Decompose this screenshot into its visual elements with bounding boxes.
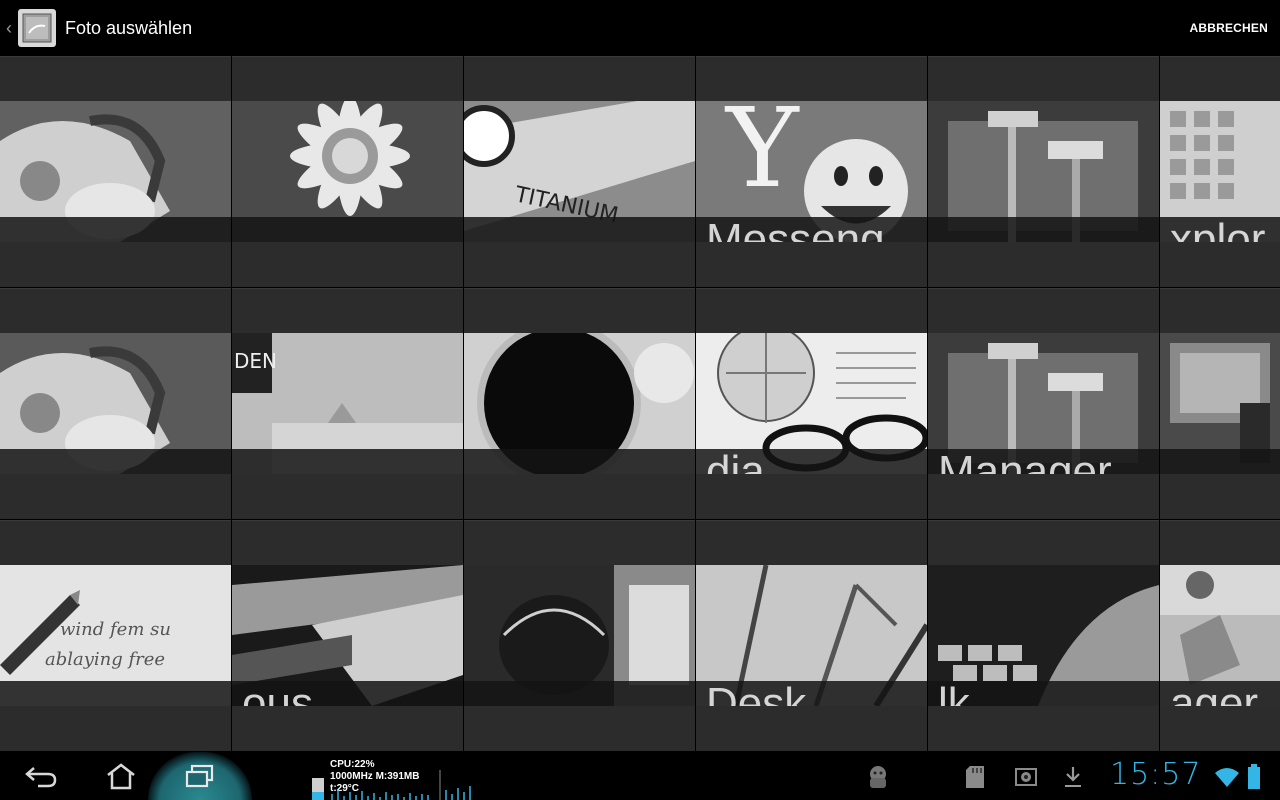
photo-thumbnail xyxy=(0,333,231,474)
photo-thumbnail: Y Messeng xyxy=(696,101,927,242)
photo-tile[interactable]: Manager xyxy=(928,288,1159,519)
photo-tile[interactable] xyxy=(232,56,463,287)
up-caret-icon[interactable]: ‹ xyxy=(2,18,16,39)
download-icon[interactable] xyxy=(1062,764,1084,790)
photo-tile[interactable] xyxy=(1160,288,1280,519)
tile-caption: dia xyxy=(706,447,765,474)
recent-apps-button[interactable] xyxy=(176,752,224,800)
photo-tile[interactable]: TITANIUM xyxy=(464,56,695,287)
clock[interactable]: 15:57 xyxy=(1110,757,1201,792)
photo-thumbnail: ous xyxy=(232,565,463,706)
tile-caption: Desk xyxy=(706,679,807,706)
photo-thumbnail: wind fem su ablaying free xyxy=(0,565,231,706)
photo-thumbnail: ager xyxy=(1160,565,1280,706)
recent-apps-icon xyxy=(185,764,214,788)
photo-thumbnail xyxy=(464,333,695,474)
photo-thumbnail xyxy=(928,101,1159,242)
system-bar: CPU:22% 1000MHz M:391MB t:29°C xyxy=(0,752,1280,800)
photo-thumbnail: TITANIUM xyxy=(464,101,695,242)
photo-thumbnail xyxy=(1160,333,1280,474)
tile-caption: Manager xyxy=(938,447,1112,474)
photo-thumbnail: Manager xyxy=(928,333,1159,474)
photo-tile[interactable]: Desk xyxy=(696,520,927,751)
svg-text:wind fem su: wind fem su xyxy=(60,619,171,640)
svg-text:DEN: DEN xyxy=(234,349,277,373)
photo-tile[interactable] xyxy=(464,288,695,519)
photo-tile[interactable] xyxy=(464,520,695,751)
tile-caption: xplor xyxy=(1170,215,1266,242)
cancel-button[interactable]: ABBRECHEN xyxy=(1186,13,1272,43)
photo-tile[interactable]: DEN xyxy=(232,288,463,519)
photo-thumbnail: lk xyxy=(928,565,1159,706)
home-button[interactable] xyxy=(98,752,144,800)
tile-caption: Messeng xyxy=(706,215,885,242)
photo-tile[interactable]: Y Messeng xyxy=(696,56,927,287)
photo-thumbnail xyxy=(0,101,231,242)
tile-caption: ager xyxy=(1170,679,1259,706)
photo-thumbnail: xplor xyxy=(1160,101,1280,242)
cpu-graph xyxy=(312,770,471,800)
photo-tile[interactable] xyxy=(928,56,1159,287)
photo-tile[interactable] xyxy=(0,56,231,287)
photo-thumbnail xyxy=(464,565,695,706)
sd-card-icon[interactable] xyxy=(964,764,988,790)
photo-grid: TITANIUM Y Messeng xplor DEN dia Manager… xyxy=(0,56,1280,752)
battery-icon[interactable] xyxy=(1246,763,1262,791)
photo-tile[interactable]: xplor xyxy=(1160,56,1280,287)
photo-tile[interactable]: dia xyxy=(696,288,927,519)
home-icon xyxy=(107,763,135,790)
gallery-app-icon[interactable] xyxy=(18,9,56,47)
photo-thumbnail xyxy=(232,101,463,242)
page-title: Foto auswählen xyxy=(65,17,193,38)
tile-caption: lk xyxy=(938,679,970,706)
photo-tile[interactable]: ager xyxy=(1160,520,1280,751)
android-notification-icon[interactable] xyxy=(866,764,890,790)
back-icon xyxy=(25,767,57,788)
action-bar: ‹ Foto auswählen ABBRECHEN xyxy=(0,0,1280,56)
photo-thumbnail: dia xyxy=(696,333,927,474)
wifi-icon[interactable] xyxy=(1214,765,1240,789)
photo-tile[interactable] xyxy=(0,288,231,519)
photo-tile[interactable]: wind fem su ablaying free xyxy=(0,520,231,751)
back-button[interactable] xyxy=(18,752,64,800)
photo-thumbnail: DEN xyxy=(232,333,463,474)
photo-thumbnail: Desk xyxy=(696,565,927,706)
svg-text:Y: Y xyxy=(724,101,800,212)
photo-tile[interactable]: lk xyxy=(928,520,1159,751)
svg-text:ablaying free: ablaying free xyxy=(45,649,165,670)
media-scan-icon[interactable] xyxy=(1013,764,1039,790)
photo-tile[interactable]: ous xyxy=(232,520,463,751)
tile-caption: ous xyxy=(242,679,313,706)
